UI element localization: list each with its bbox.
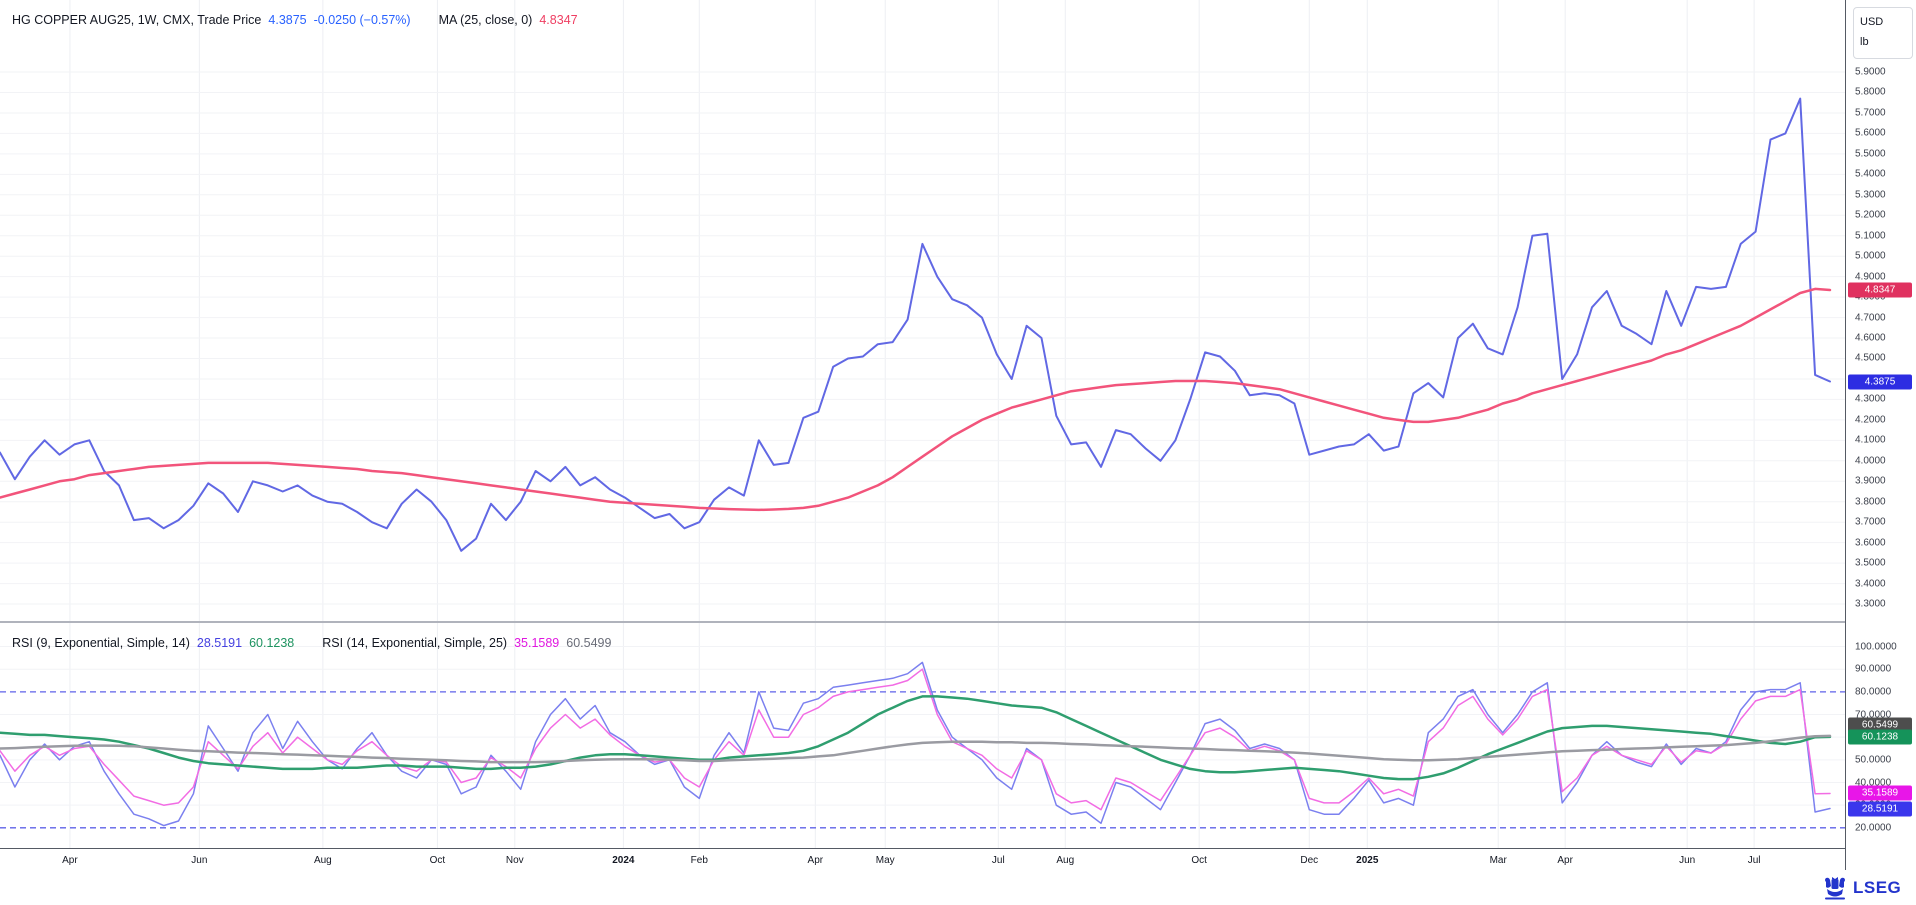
price-tick-label: 5.8000 [1855,87,1886,98]
time-axis-label: Nov [506,855,524,866]
time-axis-label: Aug [314,855,332,866]
time-axis-label: Jun [1679,855,1695,866]
trade-price-line [0,99,1830,551]
time-axis[interactable]: Apr Jun Aug Oct Nov 2024 Feb Apr May Jul Aug Oct Dec… [0,848,1916,875]
time-axis-label: 2025 [1356,855,1378,866]
price-tick-label: 5.2000 [1855,210,1886,221]
last-price-value: 4.3875 [268,13,306,27]
price-tick-label: 3.3000 [1855,599,1886,610]
rsi1-value: 28.5191 [197,636,242,650]
rsi-tick-label: 80.0000 [1855,686,1891,697]
axis-unit-currency: USD [1860,13,1906,33]
rsi-fast-ma-line [0,696,1830,779]
price-tick-label: 4.1000 [1855,435,1886,446]
chart-canvas[interactable] [0,0,1916,905]
price-tick-label: 5.6000 [1855,128,1886,139]
time-axis-label: Jul [1748,855,1761,866]
price-tick-label: 5.4000 [1855,169,1886,180]
price-badge: 4.8347 [1848,283,1912,298]
rsi-tick-label: 90.0000 [1855,664,1891,675]
price-tick-label: 3.9000 [1855,476,1886,487]
time-axis-label: Oct [1191,855,1207,866]
price-tick-label: 5.0000 [1855,251,1886,262]
time-axis-label: May [876,855,895,866]
rsi-pane-legend: RSI (9, Exponential, Simple, 14) 28.5191… [12,636,611,650]
lseg-logo[interactable]: LSEG [1822,875,1901,901]
price-tick-label: 5.5000 [1855,148,1886,159]
price-tick-label: 5.9000 [1855,67,1886,78]
ma-study-label[interactable]: MA (25, close, 0) [439,13,533,27]
price-tick-label: 3.6000 [1855,537,1886,548]
axis-unit-box: USD lb [1853,7,1913,59]
price-tick-label: 4.9000 [1855,271,1886,282]
rsi-badge: 35.1589 [1848,786,1912,801]
rsi2-value: 35.1589 [514,636,559,650]
price-tick-label: 3.7000 [1855,517,1886,528]
rsi1-study-label[interactable]: RSI (9, Exponential, Simple, 14) [12,636,190,650]
rsi-badge: 28.5191 [1848,801,1912,816]
price-tick-label: 4.2000 [1855,414,1886,425]
rsi2-study-label[interactable]: RSI (14, Exponential, Simple, 25) [322,636,507,650]
time-axis-label: Jun [191,855,207,866]
price-tick-label: 4.7000 [1855,312,1886,323]
chart-panel: HG COPPER AUG25, 1W, CMX, Trade Price 4.… [0,0,1916,905]
price-tick-label: 5.3000 [1855,189,1886,200]
rsi-tick-label: 50.0000 [1855,754,1891,765]
time-axis-label: Apr [62,855,78,866]
price-tick-label: 4.6000 [1855,333,1886,344]
price-tick-label: 5.1000 [1855,230,1886,241]
time-axis-label: Apr [1557,855,1573,866]
time-axis-label: 2024 [612,855,634,866]
axis-unit-measure: lb [1860,33,1906,53]
rsi-slow-line [0,669,1830,810]
price-axis[interactable]: USD lb 5.9000 5.8000 5.7000 5.6000 5.5000 5.4… [1845,0,1916,870]
price-badge: 4.3875 [1848,374,1912,389]
time-axis-label: Jul [992,855,1005,866]
symbol-title[interactable]: HG COPPER AUG25, 1W, CMX, Trade Price [12,13,261,27]
price-tick-label: 3.4000 [1855,578,1886,589]
lseg-logo-text: LSEG [1853,878,1901,898]
price-change-value: -0.0250 (−0.57%) [314,13,411,27]
price-pane-legend: HG COPPER AUG25, 1W, CMX, Trade Price 4.… [12,13,578,27]
rsi1-ma-value: 60.1238 [249,636,294,650]
price-tick-label: 3.5000 [1855,558,1886,569]
price-tick-label: 3.8000 [1855,496,1886,507]
time-axis-label: Feb [691,855,708,866]
price-tick-label: 4.5000 [1855,353,1886,364]
time-axis-label: Mar [1490,855,1507,866]
rsi2-ma-value: 60.5499 [566,636,611,650]
rsi-tick-label: 20.0000 [1855,822,1891,833]
price-tick-label: 4.0000 [1855,455,1886,466]
time-axis-label: Aug [1056,855,1074,866]
time-axis-label: Oct [430,855,446,866]
rsi-tick-label: 100.0000 [1855,641,1897,652]
price-tick-label: 4.3000 [1855,394,1886,405]
ma-value: 4.8347 [539,13,577,27]
time-axis-label: Apr [808,855,824,866]
time-axis-label: Dec [1300,855,1318,866]
price-tick-label: 5.7000 [1855,107,1886,118]
rsi-badge: 60.1238 [1848,729,1912,744]
lseg-crest-icon [1822,875,1848,901]
